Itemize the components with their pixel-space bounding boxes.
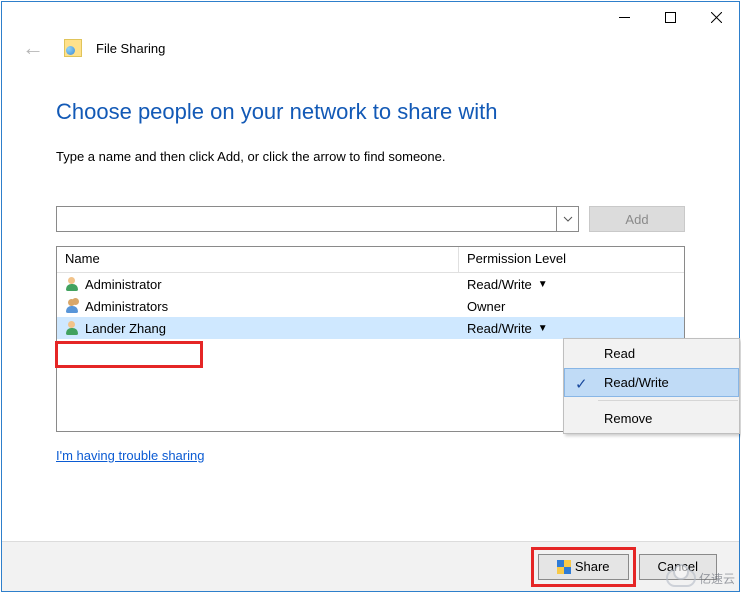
- shield-icon: [557, 560, 571, 574]
- cancel-button-label: Cancel: [658, 559, 698, 574]
- file-sharing-window: ← File Sharing Choose people on your net…: [1, 1, 740, 592]
- menu-separator: [598, 400, 738, 401]
- help-link[interactable]: I'm having trouble sharing: [56, 448, 204, 463]
- user-icon: [65, 321, 79, 335]
- page-subtext: Type a name and then click Add, or click…: [56, 149, 685, 164]
- menu-item-label: Read: [604, 346, 635, 361]
- menu-item-label: Read/Write: [604, 375, 669, 390]
- row-name: Administrators: [85, 299, 168, 314]
- folder-share-icon: [64, 39, 82, 57]
- menu-item-remove[interactable]: Remove: [564, 404, 739, 433]
- user-icon: [65, 277, 79, 291]
- header-title: File Sharing: [96, 41, 165, 56]
- row-permission: Owner: [467, 299, 505, 314]
- page-heading: Choose people on your network to share w…: [56, 99, 685, 125]
- maximize-button[interactable]: [647, 2, 693, 32]
- group-icon: [65, 299, 79, 313]
- cancel-button[interactable]: Cancel: [639, 554, 717, 580]
- row-permission: Read/Write: [467, 321, 532, 336]
- share-button-label: Share: [575, 559, 610, 574]
- back-arrow-icon[interactable]: ←: [22, 37, 44, 59]
- menu-item-label: Remove: [604, 411, 652, 426]
- add-button[interactable]: Add: [589, 206, 685, 232]
- row-permission: Read/Write: [467, 277, 532, 292]
- chevron-down-icon[interactable]: ▼: [538, 323, 548, 334]
- row-name: Administrator: [85, 277, 162, 292]
- table-row[interactable]: Administrator Read/Write ▼: [57, 273, 684, 295]
- col-name[interactable]: Name: [57, 247, 459, 272]
- table-row[interactable]: Administrators Owner: [57, 295, 684, 317]
- menu-item-read[interactable]: Read: [564, 339, 739, 368]
- row-name: Lander Zhang: [85, 321, 166, 336]
- header-row: ← File Sharing: [2, 35, 739, 69]
- titlebar: [2, 2, 739, 35]
- menu-item-read-write[interactable]: ✓ Read/Write: [564, 368, 739, 397]
- chevron-down-icon[interactable]: ▼: [538, 279, 548, 290]
- user-combo[interactable]: [56, 206, 579, 232]
- permission-context-menu: Read ✓ Read/Write Remove: [563, 338, 740, 434]
- share-button[interactable]: Share: [538, 554, 629, 580]
- add-user-row: Add: [56, 206, 685, 232]
- footer: Share Cancel: [2, 541, 739, 591]
- combo-dropdown-button[interactable]: [556, 207, 578, 231]
- col-permission[interactable]: Permission Level: [459, 247, 684, 272]
- table-row[interactable]: Lander Zhang Read/Write ▼: [57, 317, 684, 339]
- check-icon: ✓: [575, 375, 588, 393]
- close-button[interactable]: [693, 2, 739, 32]
- table-header: Name Permission Level: [57, 247, 684, 273]
- minimize-button[interactable]: [601, 2, 647, 32]
- table-body: Administrator Read/Write ▼ Administrators Ow…: [57, 273, 684, 339]
- user-input[interactable]: [57, 207, 556, 231]
